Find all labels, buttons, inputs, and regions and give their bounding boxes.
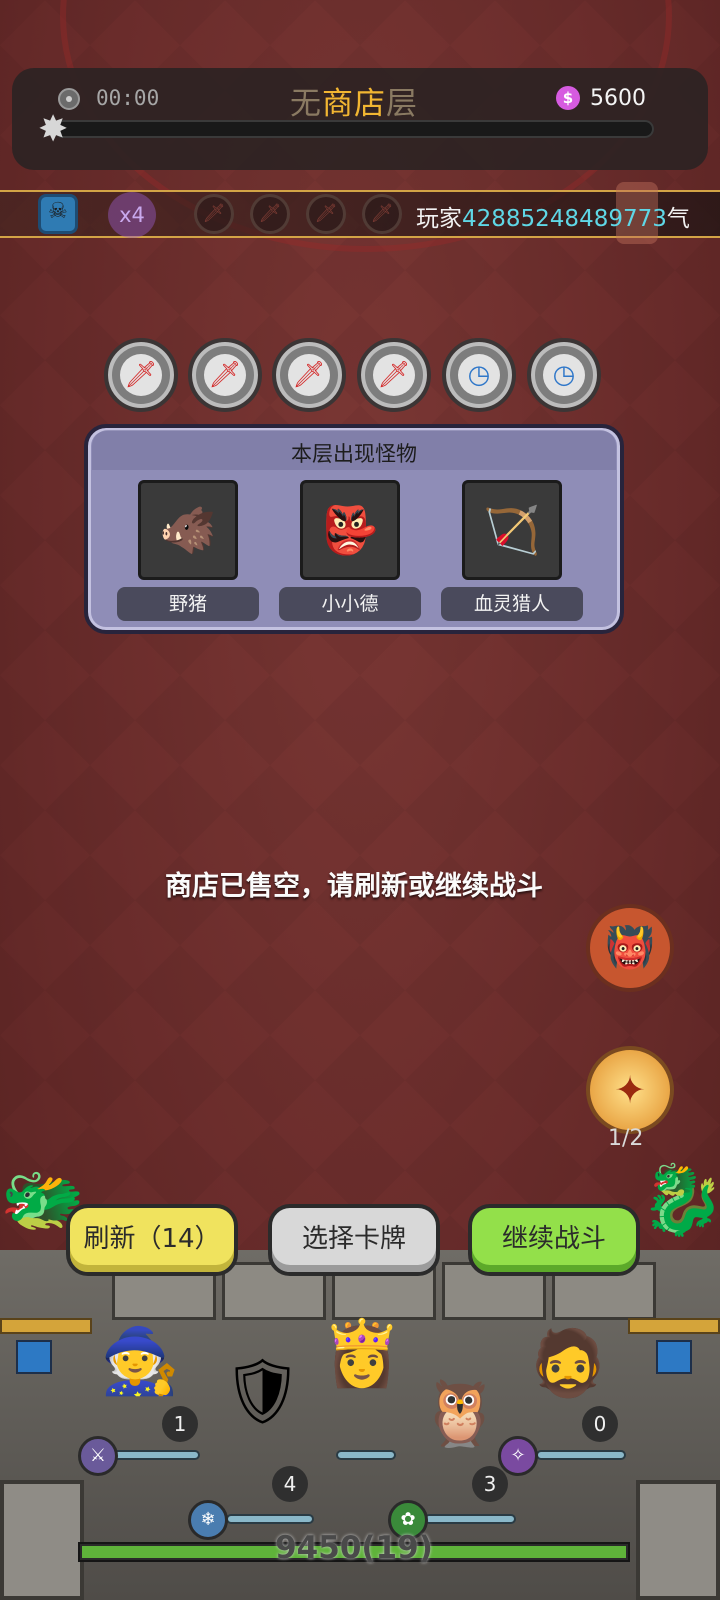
unit-level: 0 xyxy=(582,1406,618,1442)
relic-slot[interactable]: 🗡 xyxy=(188,338,262,412)
title-prefix: 无 xyxy=(290,86,322,122)
gold-trim xyxy=(628,1318,720,1334)
unit-priestess[interactable]: 👸 xyxy=(322,1322,402,1386)
sword-class-icon: ⚔ xyxy=(78,1436,118,1476)
monster-name: 小小德 xyxy=(279,587,421,621)
monster-name: 野猪 xyxy=(117,587,259,621)
sword-icon: 🗡 xyxy=(204,354,246,396)
boar-icon[interactable]: 🐗 xyxy=(138,480,238,580)
currency-amount: 5600 xyxy=(590,86,646,111)
continue-battle-button[interactable]: 继续战斗 xyxy=(468,1204,640,1276)
ticker-player-id: 42885248489773 xyxy=(462,206,667,232)
unit-health-bar xyxy=(112,1450,200,1460)
ticker-message: 玩家42885248489773气运 xyxy=(416,199,690,233)
title-highlight: 商店 xyxy=(322,86,386,122)
locked-slot-icon: 🗡 xyxy=(362,194,402,234)
progress-burst-icon: ✸ xyxy=(38,109,69,150)
goblin-icon[interactable]: 👺 xyxy=(300,480,400,580)
select-cards-button[interactable]: 选择卡牌 xyxy=(268,1204,440,1276)
relic-slot[interactable]: 🗡 xyxy=(357,338,431,412)
multiplier-badge: x4 xyxy=(108,192,156,238)
timer-icon: ◷ xyxy=(458,354,500,396)
unit-dark-mage[interactable]: 🧙 xyxy=(100,1330,180,1394)
ticker-prefix: 玩家 xyxy=(416,206,462,232)
refresh-button[interactable]: 刷新（14） xyxy=(66,1204,238,1276)
spell-orb-icon[interactable]: ✦ xyxy=(586,1046,674,1134)
unit-level: 3 xyxy=(472,1466,508,1502)
arcane-class-icon: ✧ xyxy=(498,1436,538,1476)
relic-slot[interactable]: ◷ xyxy=(442,338,516,412)
unit-health-bar xyxy=(226,1514,314,1524)
sword-icon: 🗡 xyxy=(120,354,162,396)
unit-level: 1 xyxy=(162,1406,198,1442)
sword-icon: 🗡 xyxy=(288,354,330,396)
unit-level: 4 xyxy=(272,1466,308,1502)
locked-slot-icon: 🗡 xyxy=(306,194,346,234)
locked-slot-icon: 🗡 xyxy=(250,194,290,234)
gold-trim xyxy=(0,1318,92,1334)
relic-slot[interactable]: ◷ xyxy=(527,338,601,412)
clock-icon xyxy=(58,88,80,110)
title-suffix: 层 xyxy=(386,86,418,122)
unit-owl-druid[interactable]: 🦉 xyxy=(420,1382,500,1446)
timer: 00:00 xyxy=(96,86,160,110)
team-power-score: 9450(19) xyxy=(275,1530,433,1566)
unit-health-bar xyxy=(336,1450,396,1460)
hunter-icon[interactable]: 🏹 xyxy=(462,480,562,580)
banner-icon xyxy=(16,1340,52,1374)
spell-count: 1/2 xyxy=(608,1126,644,1151)
timer-icon: ◷ xyxy=(543,354,585,396)
locked-slot-icon: 🗡 xyxy=(194,194,234,234)
unit-ice-knight[interactable]: 🛡 xyxy=(222,1360,303,1424)
shop-status-message: 商店已售空，请刷新或继续战斗 xyxy=(165,871,543,902)
hero-portrait-icon[interactable]: 👹 xyxy=(586,904,674,992)
gem-icon: $ xyxy=(556,86,580,110)
relic-slot[interactable]: 🗡 xyxy=(104,338,178,412)
monster-name: 血灵猎人 xyxy=(441,587,583,621)
unit-old-dwarf[interactable]: 🧔 xyxy=(528,1332,608,1396)
gold-dragon-icon: 🐉 xyxy=(640,1161,720,1240)
floor-title: 无商店层 xyxy=(290,78,418,123)
relic-slot[interactable]: 🗡 xyxy=(272,338,346,412)
ticker-suffix: 气运 xyxy=(666,206,690,232)
banner-icon xyxy=(656,1340,692,1374)
monster-panel-title: 本层出现怪物 xyxy=(291,442,417,466)
sword-icon: 🗡 xyxy=(373,354,415,396)
unit-health-bar xyxy=(536,1450,626,1460)
unit-health-bar xyxy=(424,1514,516,1524)
skull-icon[interactable] xyxy=(38,194,78,234)
floor-progress-bar xyxy=(54,120,654,138)
